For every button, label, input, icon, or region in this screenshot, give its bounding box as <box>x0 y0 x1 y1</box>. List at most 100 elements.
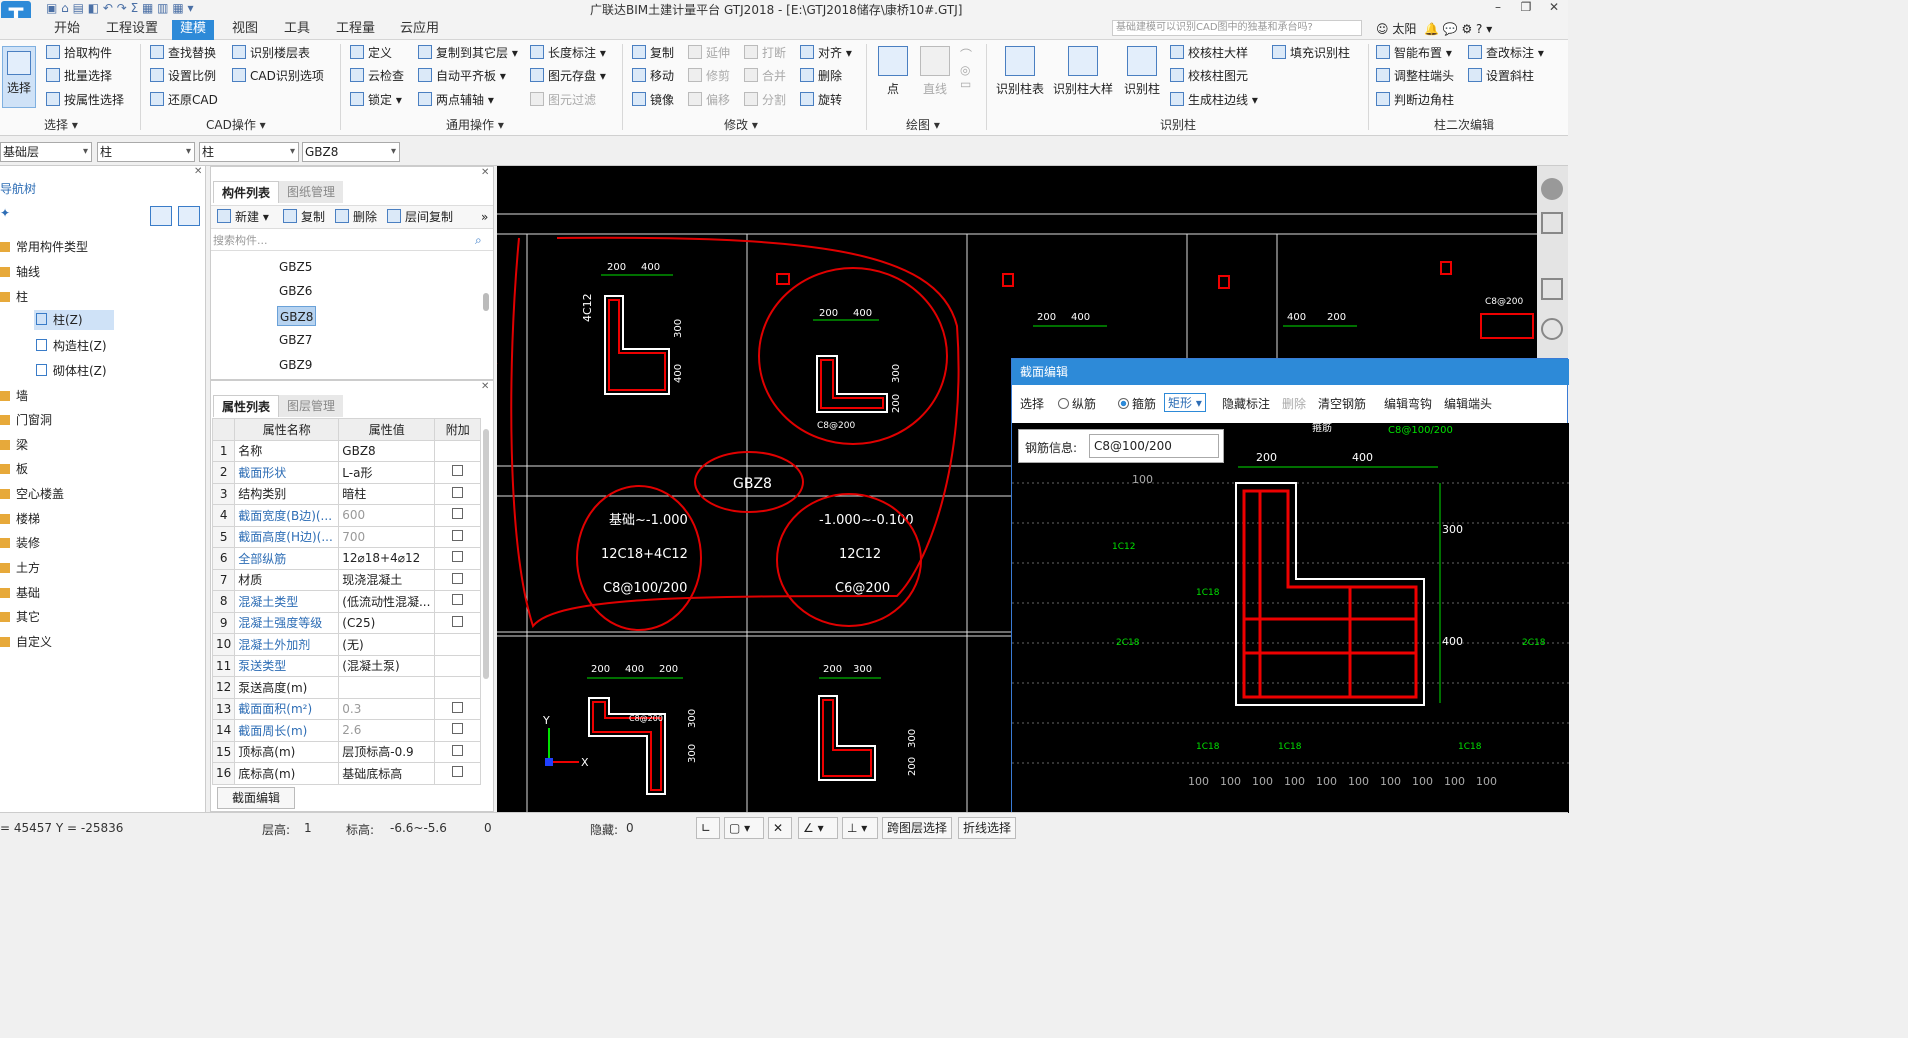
edit-hook-button[interactable]: 编辑弯钩 <box>1384 395 1432 412</box>
tab-cloud[interactable]: 云应用 <box>392 20 447 40</box>
close-button[interactable]: ✕ <box>1540 0 1568 18</box>
move-button[interactable]: 移动 <box>632 66 674 86</box>
trim-button[interactable]: 修剪 <box>688 66 730 86</box>
property-value[interactable]: (C25) <box>338 611 436 634</box>
component-search-input[interactable]: 搜索构件... <box>211 231 493 251</box>
maximize-button[interactable]: ❐ <box>1512 0 1540 18</box>
property-value[interactable]: 700 <box>338 525 436 548</box>
property-value[interactable]: 暗柱 <box>338 482 436 505</box>
tree-stairs[interactable]: 楼梯 <box>0 510 40 527</box>
tree-doors-windows[interactable]: 门窗洞 <box>0 411 52 428</box>
property-row[interactable]: 11 泵送类型 (混凝土泵) <box>211 654 482 677</box>
check-annotation-button[interactable]: 查改标注 ▾ <box>1468 43 1544 63</box>
stirrup-radio[interactable]: 箍筋 <box>1118 395 1156 412</box>
restore-cad-button[interactable]: 还原CAD <box>150 90 218 110</box>
copy-component-button[interactable]: 复制 <box>283 207 325 227</box>
cad-options-button[interactable]: CAD识别选项 <box>232 66 324 86</box>
edit-end-button[interactable]: 编辑端头 <box>1444 395 1492 412</box>
checkbox[interactable] <box>452 615 464 627</box>
clear-rebar-button[interactable]: 清空钢筋 <box>1318 395 1366 412</box>
recognize-column-table-button[interactable]: 识别柱表 <box>994 46 1046 97</box>
tree-wall[interactable]: 墙 <box>0 387 28 404</box>
property-row[interactable]: 1 名称 GBZ8 <box>211 439 482 462</box>
tree-hollow-floor[interactable]: 空心楼盖 <box>0 485 64 502</box>
property-row[interactable]: 3 结构类别 暗柱 <box>211 482 482 505</box>
length-dim-button[interactable]: 长度标注 ▾ <box>530 43 606 63</box>
tab-component-list[interactable]: 构件列表 <box>213 181 280 203</box>
copy-to-floor-button[interactable]: 复制到其它层 ▾ <box>418 43 518 63</box>
list-view-icon[interactable] <box>150 206 172 226</box>
align-button[interactable]: 对齐 ▾ <box>800 43 852 63</box>
property-value[interactable]: 600 <box>338 504 436 527</box>
shape-select[interactable]: 矩形 ▾ <box>1164 393 1206 412</box>
orbit-icon[interactable] <box>1541 178 1563 200</box>
property-row[interactable]: 16 底标高(m) 基础底标高 <box>211 762 482 785</box>
property-row[interactable]: 13 截面面积(m²) 0.3 <box>211 697 482 720</box>
extend-button[interactable]: 延伸 <box>688 43 730 63</box>
set-inclined-column-button[interactable]: 设置斜柱 <box>1468 66 1534 86</box>
component-item-gbz9[interactable]: GBZ9 <box>277 355 314 375</box>
rotate-view-icon[interactable] <box>1541 318 1563 340</box>
property-row[interactable]: 15 顶标高(m) 层顶标高-0.9 <box>211 740 482 763</box>
select-tool-button[interactable]: 选择 <box>2 46 36 108</box>
auto-align-slab-button[interactable]: 自动平齐板 ▾ <box>418 66 506 86</box>
property-row[interactable]: 8 混凝土类型 (低流动性混凝... <box>211 590 482 613</box>
define-button[interactable]: 定义 <box>350 43 392 63</box>
checkbox[interactable] <box>452 701 464 713</box>
tab-layer-management[interactable]: 图层管理 <box>279 395 344 417</box>
lock-button[interactable]: 锁定 ▾ <box>350 90 402 110</box>
merge-button[interactable]: 合并 <box>744 66 786 86</box>
property-row[interactable]: 14 截面周长(m) 2.6 <box>211 719 482 742</box>
group-draw[interactable]: 绘图 ▾ <box>906 116 940 133</box>
recognize-floor-table-button[interactable]: 识别楼层表 <box>232 43 310 63</box>
scrollbar-thumb[interactable] <box>483 429 489 679</box>
property-row[interactable]: 5 截面高度(H边)(... 700 <box>211 525 482 548</box>
minimize-button[interactable]: – <box>1484 0 1512 18</box>
component-item-gbz7[interactable]: GBZ7 <box>277 330 314 350</box>
tab-view[interactable]: 视图 <box>224 20 266 40</box>
mirror-button[interactable]: 镜像 <box>632 90 674 110</box>
fill-recognize-column-button[interactable]: 填充识别柱 <box>1272 43 1350 63</box>
select-tool[interactable]: 选择 <box>1020 395 1044 412</box>
checkbox[interactable] <box>452 572 464 584</box>
tab-property-list[interactable]: 属性列表 <box>213 395 280 417</box>
offset-button[interactable]: 偏移 <box>688 90 730 110</box>
cloud-check-button[interactable]: 云检查 <box>350 66 404 86</box>
find-replace-button[interactable]: 查找替换 <box>150 43 216 63</box>
checkbox[interactable] <box>452 723 464 735</box>
select-box-icon[interactable]: ▢ ▾ <box>724 817 764 839</box>
group-general[interactable]: 通用操作 ▾ <box>446 116 504 133</box>
checkbox[interactable] <box>452 465 464 477</box>
tab-quantities[interactable]: 工程量 <box>328 20 383 40</box>
property-value[interactable]: GBZ8 <box>338 439 436 462</box>
tree-masonry-column[interactable]: 砌体柱(Z) <box>36 362 107 379</box>
copy-button[interactable]: 复制 <box>632 43 674 63</box>
property-row[interactable]: 10 混凝土外加剂 (无) <box>211 633 482 656</box>
group-cad[interactable]: CAD操作 ▾ <box>206 116 266 133</box>
generate-column-edge-button[interactable]: 生成柱边线 ▾ <box>1170 90 1258 110</box>
close-icon[interactable]: ✕ <box>481 381 489 392</box>
adjust-column-end-button[interactable]: 调整柱端头 <box>1376 66 1454 86</box>
tree-earthwork[interactable]: 土方 <box>0 559 40 576</box>
rotate-button[interactable]: 旋转 <box>800 90 842 110</box>
3d-view-icon[interactable] <box>1541 212 1563 234</box>
two-point-axis-button[interactable]: 两点辅轴 ▾ <box>418 90 494 110</box>
property-row[interactable]: 6 全部纵筋 12⌀18+4⌀12 <box>211 547 482 570</box>
grid-view-icon[interactable] <box>178 206 200 226</box>
property-value[interactable] <box>338 676 436 699</box>
tab-start[interactable]: 开始 <box>46 20 88 40</box>
tree-axis[interactable]: 轴线 <box>0 263 40 280</box>
checkbox[interactable] <box>452 766 464 778</box>
property-value[interactable]: 2.6 <box>338 719 436 742</box>
tab-project-settings[interactable]: 工程设置 <box>98 20 166 40</box>
tree-column-z[interactable]: 柱(Z) <box>34 310 114 330</box>
property-value[interactable]: L-a形 <box>338 461 436 484</box>
property-value[interactable]: (低流动性混凝... <box>338 590 436 613</box>
ortho-icon[interactable]: ∟ <box>696 817 720 839</box>
recognize-column-button[interactable]: 识别柱 <box>1120 46 1164 97</box>
cross-select-icon[interactable]: ✕ <box>768 817 792 839</box>
delete-component-button[interactable]: 删除 <box>335 207 377 227</box>
save-element-button[interactable]: 图元存盘 ▾ <box>530 66 606 86</box>
delete-button[interactable]: 删除 <box>800 66 842 86</box>
floor-select[interactable]: 基础层 <box>0 142 92 162</box>
